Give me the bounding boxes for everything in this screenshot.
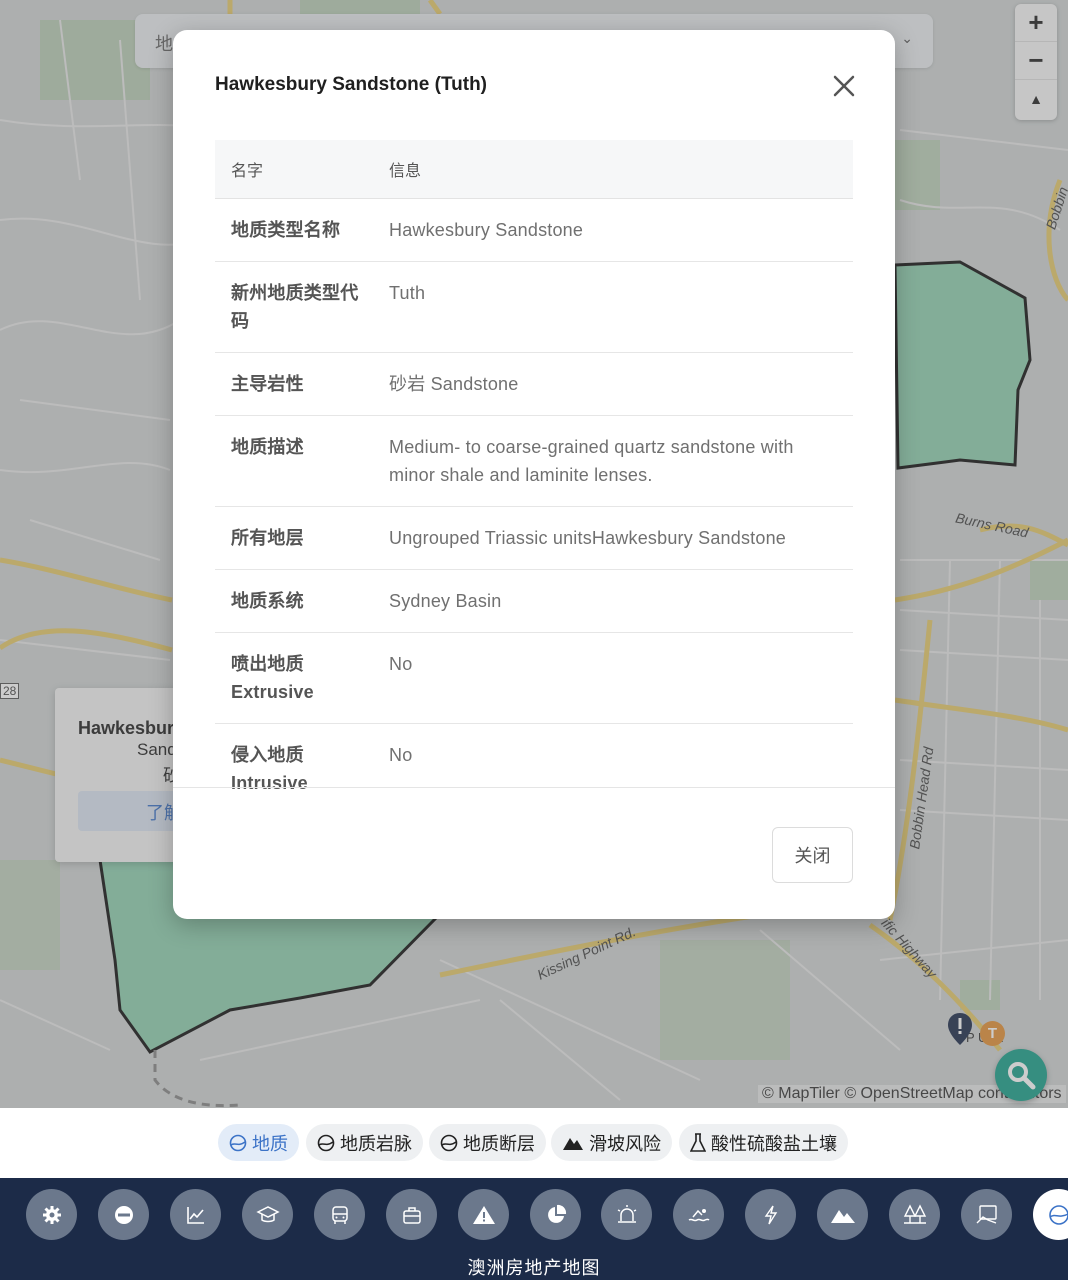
layer-tab-label: 地质: [252, 1133, 288, 1154]
swimmer-icon: [688, 1208, 710, 1221]
modal-footer-divider: [173, 787, 895, 788]
nav-button-minus[interactable]: [98, 1189, 149, 1240]
map-board-icon: [976, 1204, 997, 1224]
row-value: Medium- to coarse-grained quartz sandsto…: [373, 415, 853, 507]
table-row: 地质系统 Sydney Basin: [215, 569, 853, 633]
geology-icon: [1048, 1204, 1068, 1225]
warning-icon: [472, 1205, 495, 1224]
lightning-icon: [764, 1205, 777, 1224]
row-key: 喷出地质 Extrusive: [215, 632, 373, 724]
geology-info-modal: Hawkesbury Sandstone (Tuth) 名字 信息 地质类型名称…: [173, 30, 895, 919]
row-key: 侵入地质 Intrusive: [231, 744, 308, 793]
row-key: 地质类型名称: [215, 198, 373, 262]
nav-button-geology[interactable]: [1033, 1189, 1068, 1240]
row-key: 主导岩性: [215, 352, 373, 416]
layer-tabs-bar: 地质 地质岩脉 地质断层 滑坡风险 酸性硫酸盐土壤: [0, 1108, 1068, 1178]
nav-button-map-board[interactable]: [961, 1189, 1012, 1240]
layer-tab-landslide-risk[interactable]: 滑坡风险: [551, 1124, 672, 1161]
layer-tab-geology-dyke[interactable]: 地质岩脉: [306, 1124, 423, 1161]
mountain-icon: [562, 1135, 584, 1151]
table-row: 主导岩性 砂岩 Sandstone: [215, 352, 853, 416]
row-value: Hawkesbury Sandstone: [373, 198, 853, 262]
nav-button-emergency[interactable]: [601, 1189, 652, 1240]
layer-tab-label: 滑坡风险: [589, 1133, 661, 1154]
nav-button-warning[interactable]: [458, 1189, 509, 1240]
row-value: No: [389, 744, 413, 765]
nav-button-transport[interactable]: [314, 1189, 365, 1240]
layer-tab-geology-fault[interactable]: 地质断层: [429, 1124, 546, 1161]
nav-button-education[interactable]: [242, 1189, 293, 1240]
layer-tab-label: 酸性硫酸盐土壤: [711, 1133, 837, 1154]
nav-button-business[interactable]: [386, 1189, 437, 1240]
layer-tab-acid-sulfate-soil[interactable]: 酸性硫酸盐土壤: [679, 1124, 848, 1161]
geology-fault-icon: [440, 1134, 458, 1152]
minus-circle-icon: [114, 1205, 133, 1224]
layer-tab-label: 地质断层: [463, 1133, 535, 1154]
layer-tab-label: 地质岩脉: [340, 1133, 412, 1154]
close-button[interactable]: 关闭: [772, 827, 853, 883]
row-key: 地质系统: [215, 569, 373, 633]
table-row: 地质类型名称 Hawkesbury Sandstone: [215, 198, 853, 262]
nav-button-terrain[interactable]: [817, 1189, 868, 1240]
row-value: Tuth: [373, 261, 853, 353]
nav-button-chart[interactable]: [170, 1189, 221, 1240]
nav-button-settings[interactable]: [26, 1189, 77, 1240]
bus-icon: [331, 1205, 348, 1224]
geology-dyke-icon: [317, 1134, 335, 1152]
flask-icon: [690, 1132, 706, 1153]
row-value: Ungrouped Triassic unitsHawkesbury Sands…: [373, 506, 853, 570]
nav-button-swimming[interactable]: [673, 1189, 724, 1240]
table-row: 侵入地质 Intrusive No: [215, 723, 853, 814]
alarm-light-icon: [617, 1204, 636, 1223]
graduation-cap-icon: [255, 1205, 280, 1222]
briefcase-icon: [402, 1206, 421, 1224]
table-header-row: 名字 信息: [215, 140, 853, 199]
table-row: 地质描述 Medium- to coarse-grained quartz sa…: [215, 415, 853, 507]
layer-tab-geology[interactable]: 地质: [218, 1124, 299, 1161]
table-row: 喷出地质 Extrusive No: [215, 632, 853, 724]
row-value: 砂岩 Sandstone: [373, 352, 853, 416]
row-key: 地质描述: [215, 415, 373, 507]
pie-chart-icon: [547, 1204, 566, 1223]
row-value: No: [373, 632, 853, 724]
nav-button-statistics[interactable]: [530, 1189, 581, 1240]
mountain-icon: [830, 1209, 855, 1223]
geology-info-table: 名字 信息 地质类型名称 Hawkesbury Sandstone 新州地质类型…: [215, 140, 853, 814]
app-title: 澳洲房地产地图: [467, 1258, 601, 1278]
chart-icon: [186, 1206, 204, 1224]
close-icon[interactable]: [828, 70, 860, 102]
row-key: 所有地层: [215, 506, 373, 570]
nav-button-trees[interactable]: [889, 1189, 940, 1240]
modal-title: Hawkesbury Sandstone (Tuth): [215, 74, 488, 95]
settings-icon: [42, 1205, 61, 1224]
table-row: 所有地层 Ungrouped Triassic unitsHawkesbury …: [215, 506, 853, 570]
row-key: 新州地质类型代码: [215, 261, 373, 353]
geology-icon: [229, 1134, 247, 1152]
column-header-info: 信息: [373, 140, 853, 199]
column-header-name: 名字: [215, 140, 373, 199]
table-row: 新州地质类型代码 Tuth: [215, 261, 853, 353]
bottom-nav: 澳洲房地产地图: [0, 1178, 1068, 1280]
trees-icon: [903, 1203, 926, 1224]
row-value: Sydney Basin: [373, 569, 853, 633]
nav-button-power[interactable]: [745, 1189, 796, 1240]
